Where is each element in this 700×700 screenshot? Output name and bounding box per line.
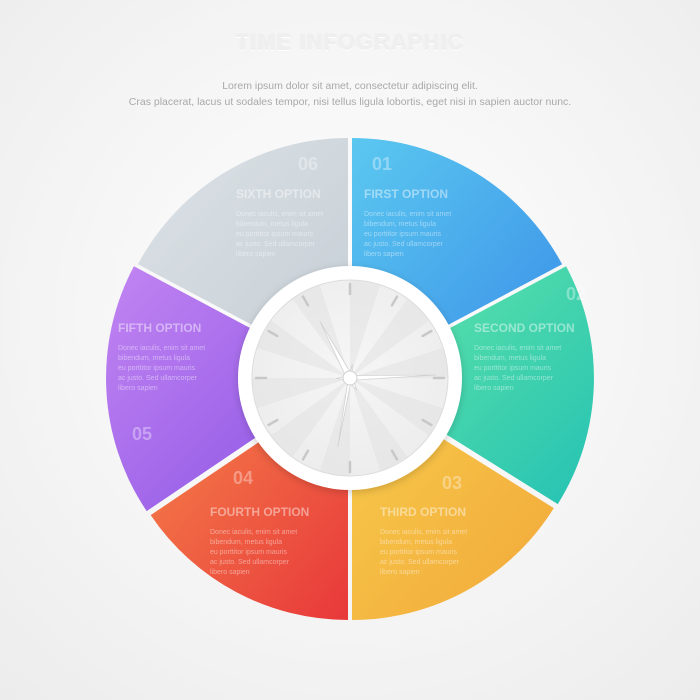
segment-third-body-line: bibendum, metus ligula [380, 539, 452, 546]
segment-third-body-line: eu porttitor ipsum mauris [380, 549, 458, 556]
segment-sixth-body-line: eu porttitor ipsum mauris [236, 231, 314, 238]
segment-fourth-number: 04 [233, 468, 253, 488]
segment-second-body-line: libero sapien [474, 385, 514, 392]
segment-fifth-body-line: bibendum, metus ligula [118, 355, 190, 362]
segment-fourth-body-line: eu porttitor ipsum mauris [210, 549, 288, 556]
segment-fifth-body-line: libero sapien [118, 385, 158, 392]
segment-fourth-body-line: libero sapien [210, 569, 250, 576]
segment-first-title: FIRST OPTION [364, 187, 448, 201]
segment-third-body-line: Donec iaculis, enim sit amet [380, 529, 467, 536]
segment-sixth-title: SIXTH OPTION [236, 187, 321, 201]
segment-second-title: SECOND OPTION [474, 321, 575, 335]
segment-third-body-line: libero sapien [380, 569, 420, 576]
segment-second-body-line: eu porttitor ipsum mauris [474, 365, 552, 372]
segment-first-body-line: ac justo. Sed ullamcorper [364, 241, 444, 248]
segment-second-number: 02 [566, 284, 586, 304]
segment-third-number: 03 [442, 473, 462, 493]
segment-first-body-line: eu porttitor ipsum mauris [364, 231, 442, 238]
segment-first-body-line: bibendum, metus ligula [364, 221, 436, 228]
segment-sixth-body-line: bibendum, metus ligula [236, 221, 308, 228]
segment-third-title: THIRD OPTION [380, 505, 466, 519]
segment-fifth-title: FIFTH OPTION [118, 321, 201, 335]
segment-fourth-body-line: Donec iaculis, enim sit amet [210, 529, 297, 536]
segment-fourth-title: FOURTH OPTION [210, 505, 309, 519]
segment-first-body-line: Donec iaculis, enim sit amet [364, 211, 451, 218]
segment-second-body-line: ac justo. Sed ullamcorper [474, 375, 554, 382]
segment-third-body-line: ac justo. Sed ullamcorper [380, 559, 460, 566]
segment-fifth-body-line: eu porttitor ipsum mauris [118, 365, 196, 372]
segment-second-body-line: bibendum, metus ligula [474, 355, 546, 362]
segment-first-number: 01 [372, 154, 392, 174]
segment-second-body-line: Donec iaculis, enim sit amet [474, 345, 561, 352]
segment-fifth-number: 05 [132, 424, 152, 444]
clock-center-pin [342, 370, 358, 386]
segment-fourth-body-line: bibendum, metus ligula [210, 539, 282, 546]
segment-fourth-body-line: ac justo. Sed ullamcorper [210, 559, 290, 566]
time-infographic-diagram: 01 FIRST OPTION Donec iaculis, enim sit am… [106, 138, 594, 620]
segment-sixth-body-line: Donec iaculis, enim sit amet [236, 211, 323, 218]
segment-sixth-number: 06 [298, 154, 318, 174]
segment-fifth-body-line: Donec iaculis, enim sit amet [118, 345, 205, 352]
segment-sixth-body-line: ac justo. Sed ullamcorper [236, 241, 316, 248]
segment-first-body-line: libero sapien [364, 251, 404, 258]
segment-sixth-body-line: libero sapien [236, 251, 276, 258]
segment-fifth-body-line: ac justo. Sed ullamcorper [118, 375, 198, 382]
